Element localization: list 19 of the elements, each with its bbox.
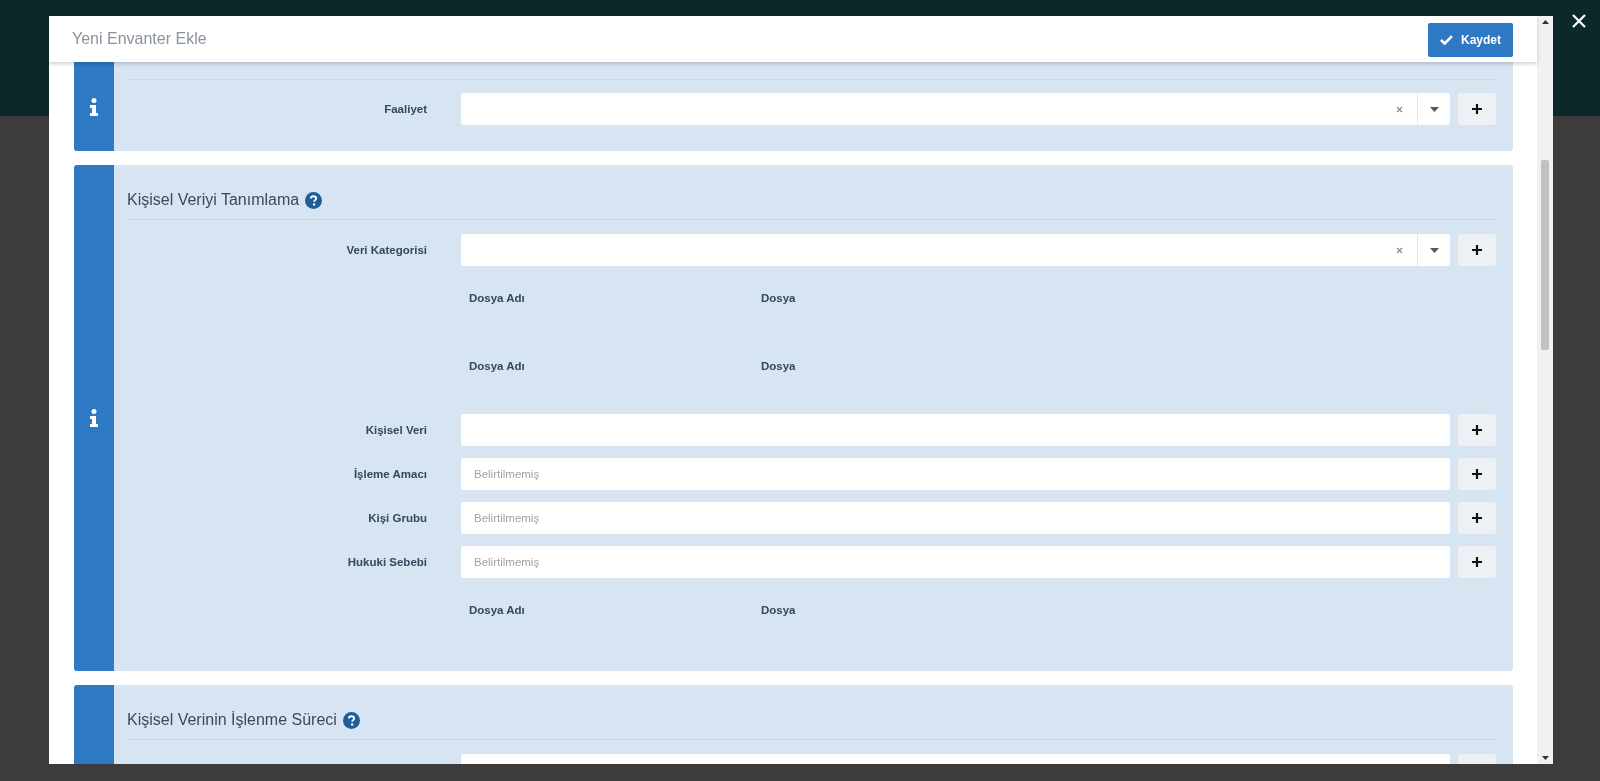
field-label: Veri Kategorisi [346,244,427,256]
column-header: Dosya Adı [469,291,526,306]
field-label: Faaliyet [384,103,427,115]
field-label: Hukuki Sebebi [347,556,427,568]
field-label: İşleme Amacı [353,468,427,480]
column-header: Dosya [761,291,797,306]
section-title: Kişisel Verinin İşlenme Süreci [127,711,337,729]
input-field[interactable]: Belirtilmemiş [461,546,1450,578]
field-label: Kişisel Veri [365,424,427,436]
section-title: Kişisel Veriyi Tanımlama [127,191,300,209]
column-header: Dosya Adı [469,603,526,618]
modal-title: Yeni Envanter Ekle [72,30,207,48]
column-header: Dosya [761,359,797,374]
field-label: Kişi Grubu [368,512,427,524]
input-field[interactable]: Belirtilmemiş [461,458,1450,490]
input-field[interactable]: Belirtilmemiş [461,502,1450,534]
save-button[interactable]: Kaydet [1428,23,1513,57]
column-header: Dosya [761,603,797,618]
column-header: Dosya Adı [469,359,526,374]
